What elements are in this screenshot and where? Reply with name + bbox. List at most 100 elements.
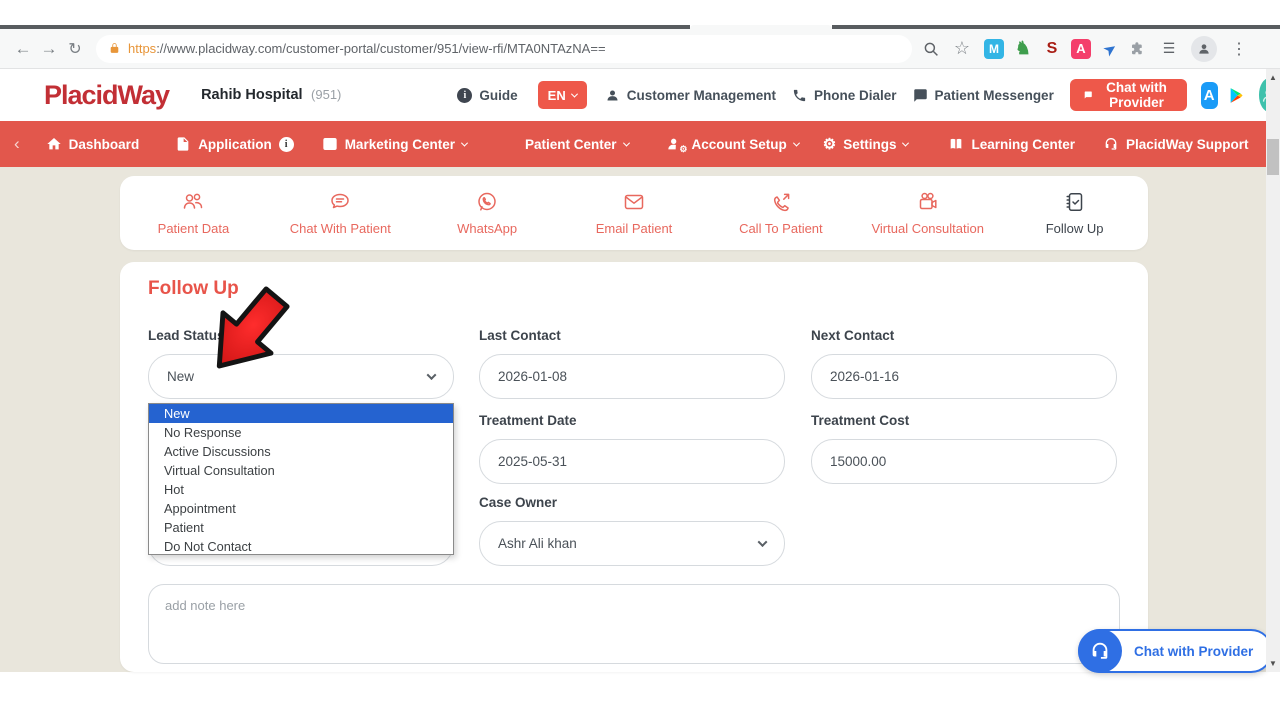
tab-label: Email Patient: [596, 221, 673, 236]
tab-label: Follow Up: [1046, 221, 1104, 236]
nav-label: Patient Center: [525, 137, 617, 152]
treatment-date-input[interactable]: [479, 439, 785, 484]
language-selector[interactable]: EN: [538, 81, 587, 109]
forward-icon[interactable]: →: [36, 36, 62, 62]
next-contact-label: Next Contact: [811, 328, 894, 343]
extension-seo-icon[interactable]: S: [1042, 39, 1062, 59]
browser-menu-icon[interactable]: ⋮: [1226, 36, 1252, 62]
chat-with-provider-label: Chat with Provider: [1100, 80, 1172, 110]
tab-patient-data[interactable]: Patient Data: [120, 176, 267, 250]
scrollbar-thumb[interactable]: [1267, 139, 1279, 175]
tab-label: Call To Patient: [739, 221, 823, 236]
lead-status-option[interactable]: Hot: [149, 480, 453, 499]
chat-bubble-icon: [1084, 88, 1092, 102]
chevron-down-icon: [427, 370, 437, 380]
nav-marketing-center[interactable]: Marketing Center: [322, 136, 467, 152]
gear-icon: ⚙: [823, 137, 836, 152]
case-owner-value: Ashr Ali khan: [498, 536, 577, 551]
chevron-down-icon: [793, 139, 800, 146]
patient-messenger-label: Patient Messenger: [935, 88, 1054, 103]
next-contact-input[interactable]: [811, 354, 1117, 399]
nav-patient-center[interactable]: Patient Center: [525, 137, 629, 152]
nav-label: Settings: [843, 137, 896, 152]
tab-call-to-patient[interactable]: Call To Patient: [707, 176, 854, 250]
case-owner-select[interactable]: Ashr Ali khan: [479, 521, 785, 566]
phone-icon: [792, 88, 807, 103]
nav-label: Marketing Center: [345, 137, 455, 152]
hospital-name: Rahib Hospital: [201, 87, 303, 103]
note-textarea[interactable]: [148, 584, 1120, 664]
customer-management-label: Customer Management: [627, 88, 776, 103]
hospital-id: (951): [311, 87, 341, 102]
headset-circle: [1078, 629, 1122, 673]
info-icon: i: [457, 88, 472, 103]
nav-dashboard[interactable]: Dashboard: [46, 136, 140, 152]
chat-with-provider-button[interactable]: Chat with Provider: [1070, 79, 1187, 111]
address-bar[interactable]: https://www.placidway.com/customer-porta…: [96, 35, 912, 63]
extension-arrow-icon[interactable]: ➤: [1096, 35, 1124, 63]
page-scrollbar[interactable]: ▲ ▼: [1266, 69, 1280, 672]
page-title: Follow Up: [148, 278, 239, 300]
guide-label: Guide: [479, 88, 517, 103]
chat-bubble-icon: [328, 190, 352, 214]
lead-status-option[interactable]: Appointment: [149, 499, 453, 518]
nav-label: PlacidWay Support: [1126, 137, 1249, 152]
back-icon[interactable]: ←: [10, 36, 36, 62]
url-rest: ://www.placidway.com/customer-portal/cus…: [156, 41, 605, 56]
placidway-logo[interactable]: PlacidWay: [44, 80, 169, 111]
google-play-icon[interactable]: [1228, 82, 1245, 109]
floating-chat-with-provider-button[interactable]: Chat with Provider: [1078, 629, 1273, 673]
nav-learning-center[interactable]: Learning Center: [948, 136, 1075, 152]
home-icon: [46, 136, 62, 152]
tab-virtual-consultation[interactable]: Virtual Consultation: [854, 176, 1001, 250]
person-icon: [605, 88, 620, 103]
app-store-icon[interactable]: A: [1201, 82, 1218, 109]
nav-application[interactable]: Application i: [175, 136, 294, 152]
chart-icon: [322, 136, 338, 152]
scroll-down-icon[interactable]: ▼: [1266, 659, 1280, 668]
extensions-puzzle-icon[interactable]: [1129, 40, 1147, 58]
tab-label: Chat With Patient: [290, 221, 391, 236]
search-icon[interactable]: [922, 40, 940, 58]
lead-status-option[interactable]: No Response: [149, 423, 453, 442]
guide-button[interactable]: i Guide: [457, 88, 517, 103]
hospital-title: Rahib Hospital (951): [201, 86, 341, 104]
phone-dialer-button[interactable]: Phone Dialer: [792, 88, 897, 103]
lead-status-option[interactable]: New: [149, 404, 453, 423]
nav-scroll-left-icon[interactable]: ‹: [14, 134, 20, 154]
nav-account-setup[interactable]: ⚙ Account Setup: [667, 136, 799, 152]
lead-status-label: Lead Status: [148, 328, 225, 343]
lead-status-option[interactable]: Patient: [149, 518, 453, 537]
extension-chess-icon[interactable]: ♞: [1013, 39, 1033, 59]
tab-email-patient[interactable]: Email Patient: [561, 176, 708, 250]
whatsapp-icon: [475, 190, 499, 214]
lead-status-option[interactable]: Virtual Consultation: [149, 461, 453, 480]
playlist-icon[interactable]: ☰: [1156, 36, 1182, 62]
patient-messenger-button[interactable]: Patient Messenger: [913, 88, 1054, 103]
nav-placidway-support[interactable]: PlacidWay Support: [1103, 136, 1249, 152]
follow-up-card: Follow Up Lead Status New Last Contact N…: [120, 262, 1148, 672]
chevron-down-icon: [758, 537, 768, 547]
tab-chat-with-patient[interactable]: Chat With Patient: [267, 176, 414, 250]
book-icon: [948, 136, 964, 152]
url-text[interactable]: https://www.placidway.com/customer-porta…: [128, 41, 606, 56]
nav-settings[interactable]: ⚙ Settings: [823, 137, 909, 152]
extension-m-icon[interactable]: M: [984, 39, 1004, 59]
nav-label: Account Setup: [692, 137, 787, 152]
bookmark-star-icon[interactable]: ☆: [949, 36, 975, 62]
extension-a-icon[interactable]: A: [1071, 39, 1091, 59]
last-contact-label: Last Contact: [479, 328, 561, 343]
tab-whatsapp[interactable]: WhatsApp: [414, 176, 561, 250]
scroll-up-icon[interactable]: ▲: [1266, 73, 1280, 82]
lead-status-value: New: [167, 369, 194, 384]
url-scheme: https: [128, 41, 156, 56]
lead-status-select[interactable]: New: [148, 354, 454, 399]
reload-icon[interactable]: ↻: [62, 36, 88, 62]
tab-follow-up[interactable]: Follow Up: [1001, 176, 1148, 250]
lead-status-option[interactable]: Active Discussions: [149, 442, 453, 461]
lead-status-option[interactable]: Do Not Contact: [149, 537, 453, 556]
browser-profile-avatar[interactable]: [1191, 36, 1217, 62]
treatment-cost-input[interactable]: [811, 439, 1117, 484]
last-contact-input[interactable]: [479, 354, 785, 399]
customer-management-button[interactable]: Customer Management: [605, 88, 776, 103]
